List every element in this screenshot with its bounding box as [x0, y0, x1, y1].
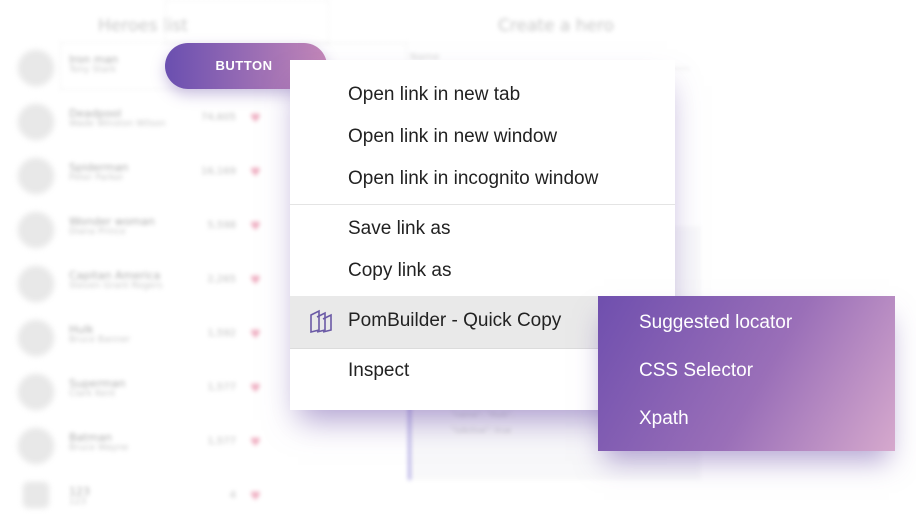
- hero-row[interactable]: Batman Bruce Wayne 1,577 ♥: [16, 426, 266, 470]
- likes-count: 1,592: [207, 328, 236, 339]
- hero-real-name: 123: [69, 497, 87, 507]
- hero-real-name: Tony Stark: [69, 65, 117, 75]
- likes-count: 74,605: [201, 112, 236, 123]
- avatar: [16, 210, 56, 250]
- likes-count: 16,169: [201, 166, 236, 177]
- menu-divider: [290, 204, 675, 205]
- avatar: [16, 102, 56, 142]
- avatar: [16, 264, 56, 304]
- hero-real-name: Bruce Banner: [69, 335, 131, 345]
- menu-item-open-new-window[interactable]: Open link in new window: [348, 125, 557, 149]
- heart-icon[interactable]: ♥: [250, 166, 262, 178]
- menu-item-open-new-tab[interactable]: Open link in new tab: [348, 83, 520, 107]
- hero-row[interactable]: Capitan America Steven Grant Rogers 2,26…: [16, 264, 266, 308]
- pombuilder-icon: [310, 309, 332, 334]
- menu-item-pombuilder-label: PomBuilder - Quick Copy: [348, 310, 562, 331]
- avatar: [16, 426, 56, 466]
- submenu-item-suggested-locator[interactable]: Suggested locator: [639, 311, 792, 335]
- hero-row[interactable]: Superman Clark Kent 1,577 ♥: [16, 372, 266, 416]
- heart-icon[interactable]: ♥: [250, 112, 262, 124]
- heart-icon[interactable]: ♥: [250, 382, 262, 394]
- pombuilder-submenu: Suggested locator CSS Selector Xpath: [598, 296, 895, 451]
- menu-item-open-incognito[interactable]: Open link in incognito window: [348, 167, 598, 191]
- heart-icon[interactable]: ♥: [250, 274, 262, 286]
- hero-real-name: Bruce Wayne: [69, 443, 129, 453]
- avatar: [16, 372, 56, 412]
- likes-count: 5,598: [207, 220, 236, 231]
- code-line: "isActive": true: [451, 426, 512, 435]
- hero-real-name: Clark Kent: [69, 389, 116, 399]
- likes-count: 1,577: [207, 382, 236, 393]
- hero-row[interactable]: Hulk Bruce Banner 1,592 ♥: [16, 318, 266, 362]
- likes-count: 4: [229, 490, 236, 501]
- hero-real-name: Wade Winston Wilson: [69, 119, 166, 129]
- likes-count: 2,265: [207, 274, 236, 285]
- menu-item-save-link[interactable]: Save link as: [348, 217, 450, 241]
- avatar: [16, 156, 56, 196]
- layout-guide: [165, 0, 329, 44]
- hero-real-name: Peter Parker: [69, 173, 124, 183]
- menu-item-copy-link[interactable]: Copy link as: [348, 259, 452, 283]
- hero-row[interactable]: Spiderman Peter Parker 16,169 ♥: [16, 156, 266, 200]
- create-hero-title: Create a hero: [498, 16, 614, 36]
- hero-real-name: Diana Prince: [69, 227, 126, 237]
- menu-item-inspect[interactable]: Inspect: [348, 359, 409, 383]
- avatar: [16, 48, 56, 88]
- heart-icon[interactable]: ♥: [250, 490, 262, 502]
- submenu-item-css-selector[interactable]: CSS Selector: [639, 359, 753, 383]
- code-line: "name": "Hulk",: [451, 410, 515, 419]
- submenu-item-xpath[interactable]: Xpath: [639, 407, 689, 431]
- heart-icon[interactable]: ♥: [250, 220, 262, 232]
- heart-icon[interactable]: ♥: [250, 436, 262, 448]
- hero-row[interactable]: Wonder woman Diana Prince 5,598 ♥: [16, 210, 266, 254]
- likes-count: 1,577: [207, 436, 236, 447]
- hero-row[interactable]: Deadpool Wade Winston Wilson 74,605 ♥: [16, 102, 266, 146]
- heart-icon[interactable]: ♥: [250, 328, 262, 340]
- avatar: [16, 318, 56, 358]
- hero-real-name: Steven Grant Rogers: [69, 281, 163, 291]
- hero-row[interactable]: 123 123 4 ♥: [16, 480, 266, 524]
- avatar: [21, 480, 51, 510]
